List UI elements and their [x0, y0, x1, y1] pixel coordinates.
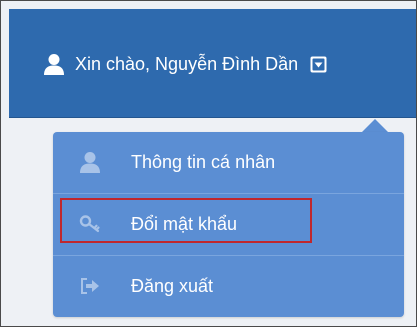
menu-item-label: Đổi mật khẩu: [131, 214, 238, 234]
user-dropdown-menu: Thông tin cá nhân Đổi mật khẩu Đăng xuất: [53, 132, 404, 317]
greeting-text: Xin chào, Nguyễn Đình Dần: [75, 53, 299, 74]
user-menu-toggle[interactable]: Xin chào, Nguyễn Đình Dần: [43, 53, 327, 75]
caret-down-box-icon[interactable]: [310, 56, 327, 73]
user-icon: [44, 54, 64, 75]
menu-item-change-password[interactable]: Đổi mật khẩu: [53, 194, 404, 255]
menu-item-label: Thông tin cá nhân: [131, 152, 276, 172]
key-icon: [79, 215, 100, 233]
sign-out-icon: [81, 278, 99, 294]
user-menu-header[interactable]: Xin chào, Nguyễn Đình Dần: [9, 9, 416, 118]
menu-item-profile[interactable]: Thông tin cá nhân: [53, 132, 404, 193]
menu-item-label: Đăng xuất: [131, 276, 214, 296]
menu-item-logout[interactable]: Đăng xuất: [53, 256, 404, 317]
user-icon: [80, 152, 100, 173]
dropdown-arrow: [362, 119, 388, 132]
screenshot-frame: Xin chào, Nguyễn Đình Dần Thông tin cá n…: [0, 0, 417, 327]
